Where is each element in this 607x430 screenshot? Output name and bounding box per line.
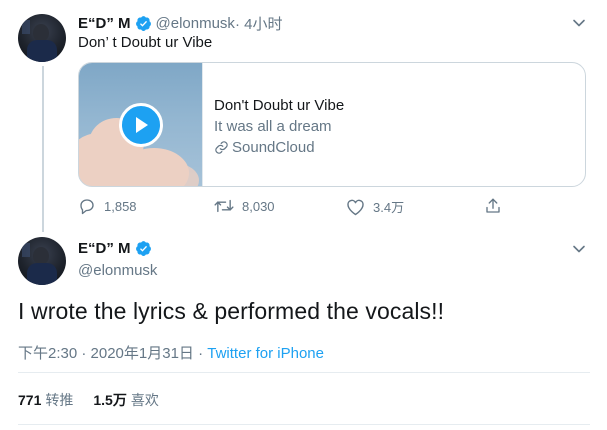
share-icon: [486, 198, 500, 213]
tweet-time[interactable]: · 4小时: [235, 13, 283, 34]
verified-badge-icon: [135, 241, 151, 256]
avatar[interactable]: [18, 237, 66, 285]
like-label: 喜欢: [130, 392, 159, 408]
play-icon: [136, 117, 148, 133]
card-description: It was all a dream: [214, 118, 332, 135]
retweets-stat[interactable]: 771 转推: [18, 392, 73, 408]
soundcloud-card[interactable]: Don't Doubt ur Vibe It was all a dream S…: [78, 62, 586, 187]
play-button[interactable]: [119, 103, 163, 147]
retweet-icon: [214, 199, 234, 213]
divider: [18, 424, 590, 425]
tweet-header: E“D” M: [78, 240, 152, 257]
retweet-label: 转推: [45, 392, 74, 408]
card-domain: SoundCloud: [214, 137, 344, 158]
retweet-button[interactable]: 8,030: [214, 197, 275, 215]
retweet-total: 771: [18, 392, 42, 408]
divider: [18, 372, 590, 373]
link-icon: [215, 141, 228, 154]
like-count: 3.4万: [373, 200, 405, 215]
display-name[interactable]: E“D” M: [78, 15, 131, 32]
reply-button[interactable]: 1,858: [78, 197, 137, 215]
tweet-stats: 771 转推 1.5万 喜欢: [18, 390, 159, 410]
retweet-count: 8,030: [242, 198, 275, 214]
tweet-text: Don’ t Doubt ur Vibe: [78, 34, 213, 51]
likes-stat[interactable]: 1.5万 喜欢: [93, 392, 158, 408]
tweet-header: E“D” M @elonmusk · 4小时: [78, 13, 282, 34]
tweet-meta: 下午2:30 · 2020年1月31日 · Twitter for iPhone: [18, 342, 324, 363]
main-tweet-text: I wrote the lyrics & performed the vocal…: [18, 298, 445, 324]
avatar[interactable]: [18, 14, 66, 62]
share-button[interactable]: [484, 197, 510, 215]
card-title: Don't Doubt ur Vibe: [214, 97, 345, 114]
tweet-actions: 1,858 8,030 3.4万: [78, 197, 508, 219]
like-button[interactable]: 3.4万: [346, 197, 404, 216]
tweet-source-link[interactable]: Twitter for iPhone: [207, 345, 324, 362]
card-body[interactable]: Don't Doubt ur Vibe It was all a dream S…: [203, 63, 344, 186]
reply-count: 1,858: [104, 198, 137, 214]
verified-badge-icon: [135, 16, 151, 31]
thread-connector-line: [42, 66, 44, 232]
like-total: 1.5万: [93, 392, 127, 408]
display-name[interactable]: E“D” M: [78, 240, 131, 257]
card-domain-label: SoundCloud: [232, 139, 315, 156]
handle[interactable]: @elonmusk: [78, 262, 157, 279]
card-thumbnail[interactable]: [79, 63, 203, 186]
chevron-down-icon[interactable]: [572, 16, 586, 30]
like-icon: [347, 199, 364, 215]
chevron-down-icon[interactable]: [572, 242, 586, 256]
tweet-timestamp[interactable]: 下午2:30 · 2020年1月31日 ·: [18, 345, 207, 362]
reply-icon: [80, 199, 94, 215]
handle[interactable]: @elonmusk: [156, 15, 235, 32]
